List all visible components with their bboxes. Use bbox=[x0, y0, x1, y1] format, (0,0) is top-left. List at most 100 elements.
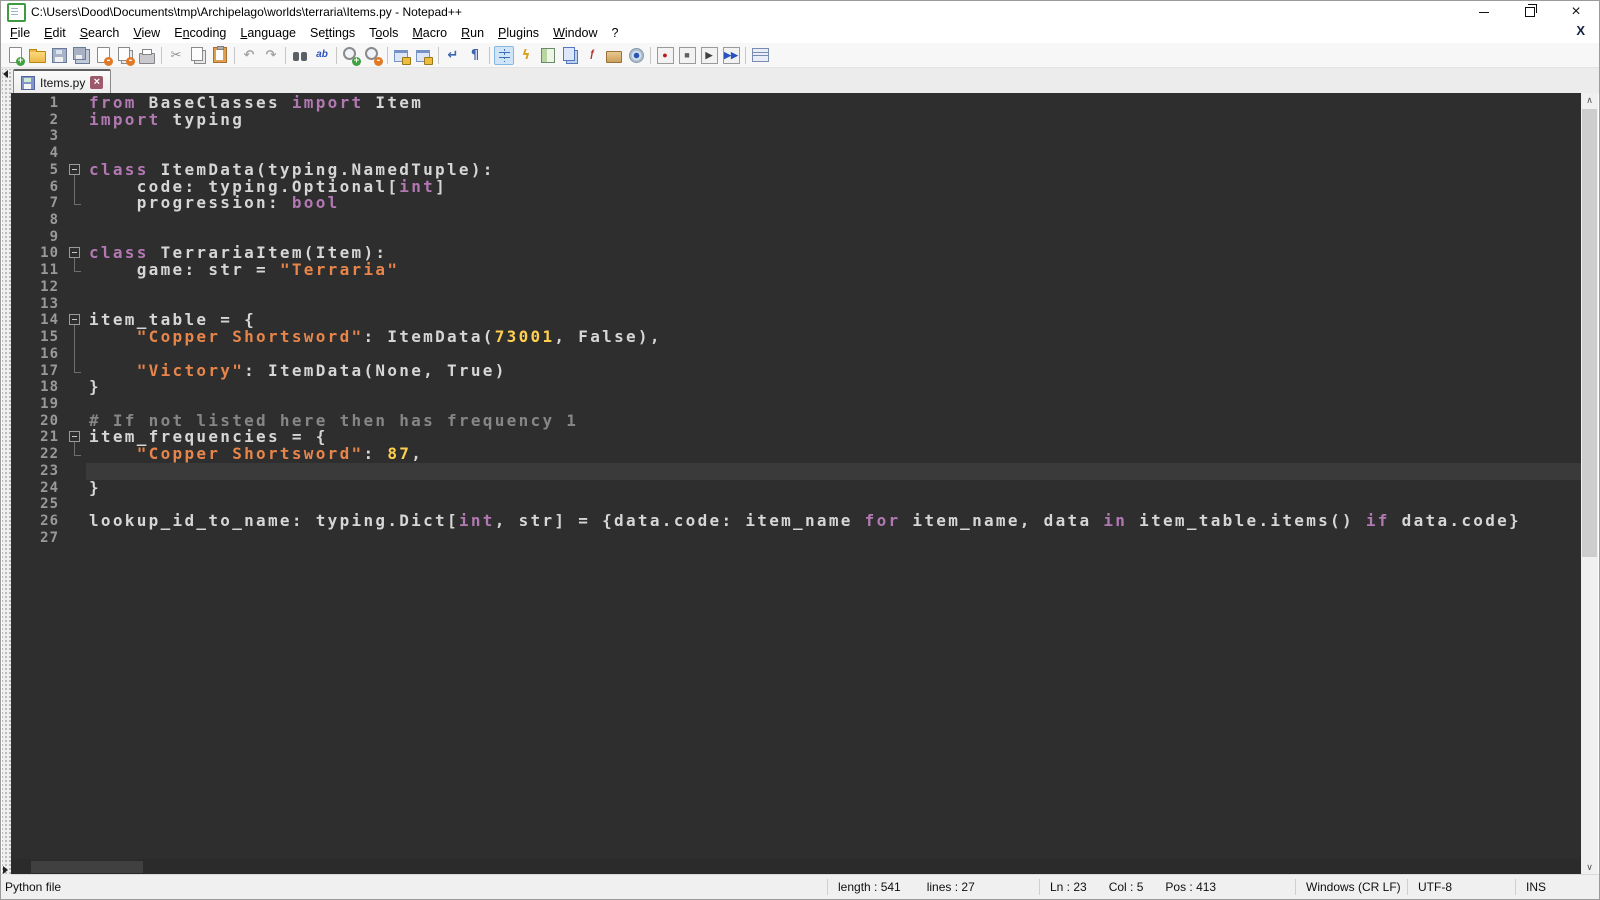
splitter-collapse-left-icon[interactable] bbox=[3, 70, 8, 78]
fold-margin bbox=[66, 229, 86, 246]
code-text[interactable]: "Copper Shortsword": ItemData(73001, Fal… bbox=[86, 329, 1581, 346]
show-all-characters-icon[interactable]: ¶ bbox=[465, 46, 485, 65]
menu-item-encoding[interactable]: Encoding bbox=[167, 24, 233, 42]
document-list-icon[interactable] bbox=[560, 46, 580, 65]
code-editor[interactable]: 1from BaseClasses import Item2import typ… bbox=[11, 93, 1581, 861]
macro-save-icon[interactable] bbox=[750, 46, 770, 65]
menu-item-tools[interactable]: Tools bbox=[362, 24, 405, 42]
fold-margin bbox=[66, 145, 86, 162]
menu-item-edit[interactable]: Edit bbox=[37, 24, 73, 42]
menu-item-view[interactable]: View bbox=[126, 24, 167, 42]
line-number: 15 bbox=[11, 329, 66, 346]
line-number: 27 bbox=[11, 530, 66, 547]
menu-item-search[interactable]: Search bbox=[73, 24, 127, 42]
redo-icon[interactable]: ↷ bbox=[261, 46, 281, 65]
code-text[interactable]: "Victory": ItemData(None, True) bbox=[86, 363, 1581, 380]
scroll-up-icon[interactable]: ∧ bbox=[1581, 93, 1598, 108]
line-number: 11 bbox=[11, 262, 66, 279]
menu-item-run[interactable]: Run bbox=[454, 24, 491, 42]
menu-item-language[interactable]: Language bbox=[233, 24, 303, 42]
code-text[interactable]: from BaseClasses import Item bbox=[86, 95, 1581, 112]
code-text[interactable] bbox=[86, 296, 1581, 313]
horizontal-scrollbar[interactable] bbox=[11, 859, 1581, 875]
horizontal-scrollbar-thumb[interactable] bbox=[31, 861, 143, 873]
code-line-22: 22 "Copper Shortsword": 87, bbox=[11, 446, 1581, 463]
code-text[interactable]: "Copper Shortsword": 87, bbox=[86, 446, 1581, 463]
tab-close-icon[interactable]: × bbox=[90, 76, 103, 89]
copy-icon[interactable] bbox=[188, 46, 208, 65]
code-line-26: 26 lookup_id_to_name: typing.Dict[int, st… bbox=[11, 513, 1581, 530]
code-text[interactable]: } bbox=[86, 379, 1581, 396]
undo-icon[interactable]: ↶ bbox=[239, 46, 259, 65]
macro-record-icon[interactable]: ● bbox=[655, 46, 675, 65]
open-file-icon[interactable] bbox=[27, 46, 47, 65]
macro-stop-icon[interactable]: ■ bbox=[677, 46, 697, 65]
fold-marker[interactable] bbox=[66, 312, 86, 329]
cut-icon[interactable]: ✂ bbox=[166, 46, 186, 65]
menu-item-settings[interactable]: Settings bbox=[303, 24, 362, 42]
sync-horizontal-scroll-icon[interactable] bbox=[414, 46, 434, 65]
monitoring-icon[interactable] bbox=[626, 46, 646, 65]
indent-guide-icon[interactable] bbox=[494, 46, 514, 65]
word-wrap-icon[interactable]: ↵ bbox=[443, 46, 463, 65]
replace-icon[interactable]: ab bbox=[312, 46, 332, 65]
menubar-close-icon[interactable]: X bbox=[1576, 23, 1585, 38]
toolbar-separator bbox=[489, 47, 490, 64]
save-icon[interactable] bbox=[49, 46, 69, 65]
close-button[interactable]: × bbox=[1553, 1, 1599, 23]
code-text[interactable]: game: str = "Terraria" bbox=[86, 262, 1581, 279]
macro-run-multiple-icon[interactable]: ▶▶ bbox=[721, 46, 741, 65]
splitter-expand-right-icon[interactable] bbox=[3, 866, 8, 874]
code-line-2: 2import typing bbox=[11, 112, 1581, 129]
tab-items-py[interactable]: Items.py × bbox=[13, 69, 111, 94]
code-text[interactable]: import typing bbox=[86, 112, 1581, 129]
code-text[interactable] bbox=[86, 463, 1581, 480]
fold-collapse-icon[interactable] bbox=[69, 247, 80, 258]
find-icon[interactable] bbox=[290, 46, 310, 65]
macro-play-icon[interactable]: ▶ bbox=[699, 46, 719, 65]
user-defined-dialog-icon[interactable]: ϟ bbox=[516, 46, 536, 65]
code-text[interactable] bbox=[86, 212, 1581, 229]
line-number: 12 bbox=[11, 279, 66, 296]
code-text[interactable]: progression: bool bbox=[86, 195, 1581, 212]
zoom-out-icon[interactable]: - bbox=[363, 46, 383, 65]
tab-label: Items.py bbox=[40, 76, 85, 90]
vertical-scrollbar-thumb[interactable] bbox=[1582, 109, 1597, 557]
sync-vertical-scroll-icon[interactable] bbox=[392, 46, 412, 65]
code-text[interactable] bbox=[86, 128, 1581, 145]
menu-item-file[interactable]: File bbox=[3, 24, 37, 42]
code-text[interactable]: } bbox=[86, 480, 1581, 497]
close-all-documents-icon[interactable]: - bbox=[115, 46, 135, 65]
fold-marker[interactable] bbox=[66, 429, 86, 446]
folder-as-workspace-icon[interactable] bbox=[604, 46, 624, 65]
fold-marker[interactable] bbox=[66, 245, 86, 262]
fold-collapse-icon[interactable] bbox=[69, 164, 80, 175]
code-text[interactable] bbox=[86, 530, 1581, 547]
fold-collapse-icon[interactable] bbox=[69, 314, 80, 325]
fold-margin bbox=[66, 296, 86, 313]
save-all-icon[interactable] bbox=[71, 46, 91, 65]
new-file-icon[interactable]: + bbox=[5, 46, 25, 65]
menu-item-macro[interactable]: Macro bbox=[405, 24, 454, 42]
minimize-button[interactable] bbox=[1461, 1, 1507, 23]
code-text[interactable]: lookup_id_to_name: typing.Dict[int, str]… bbox=[86, 513, 1581, 530]
restore-button[interactable] bbox=[1507, 1, 1553, 23]
zoom-in-icon[interactable]: + bbox=[341, 46, 361, 65]
fold-margin bbox=[66, 480, 86, 497]
line-number: 26 bbox=[11, 513, 66, 530]
function-list-icon[interactable]: ƒ bbox=[582, 46, 602, 65]
code-text[interactable] bbox=[86, 279, 1581, 296]
vertical-scrollbar[interactable]: ∧ ∨ bbox=[1581, 93, 1598, 875]
line-number: 23 bbox=[11, 463, 66, 480]
fold-collapse-icon[interactable] bbox=[69, 431, 80, 442]
print-icon[interactable] bbox=[137, 46, 157, 65]
menu-item-help[interactable]: ? bbox=[605, 24, 626, 42]
document-map-icon[interactable] bbox=[538, 46, 558, 65]
scroll-down-icon[interactable]: ∨ bbox=[1581, 860, 1598, 875]
menu-item-window[interactable]: Window bbox=[546, 24, 604, 42]
menu-item-plugins[interactable]: Plugins bbox=[491, 24, 546, 42]
close-document-icon[interactable]: - bbox=[93, 46, 113, 65]
paste-icon[interactable] bbox=[210, 46, 230, 65]
fold-marker[interactable] bbox=[66, 162, 86, 179]
panel-splitter[interactable] bbox=[2, 69, 11, 875]
